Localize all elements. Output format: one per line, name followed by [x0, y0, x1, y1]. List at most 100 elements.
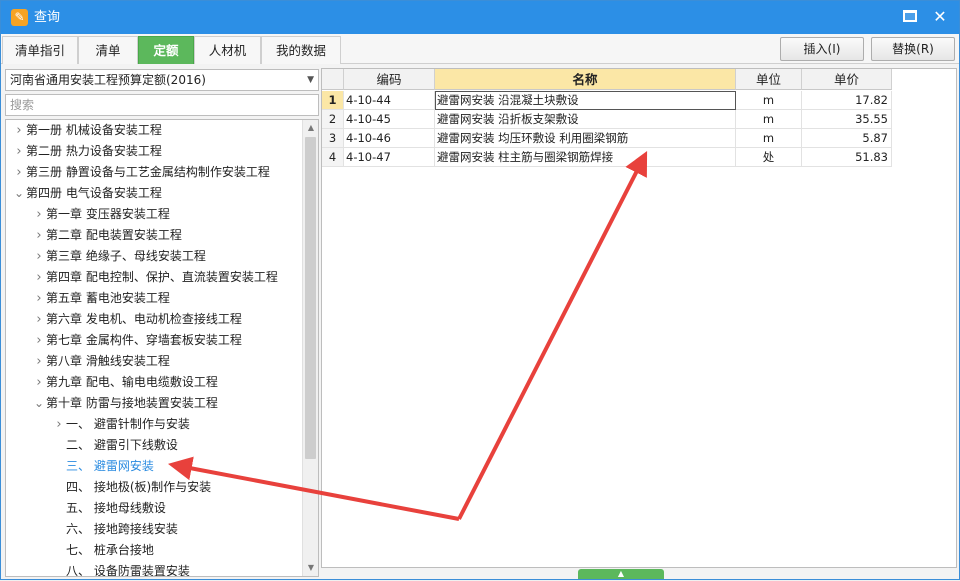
tree-item[interactable]: › 第九章 配电、输电电缆敷设工程: [32, 372, 217, 393]
tree-item[interactable]: › 第一册 机械设备安装工程: [12, 120, 161, 141]
insert-button[interactable]: 插入(I): [780, 37, 864, 61]
row-unit-cell[interactable]: m: [736, 129, 802, 148]
tab-my-data[interactable]: 我的数据: [261, 36, 341, 64]
query-dialog: ✎ 查询 ✕ 清单指引 清单 定额 人材机 我的数据 插入(I) 替换(R) 河…: [0, 0, 960, 580]
tree-item-label: 第三册 静置设备与工艺金属结构制作安装工程: [26, 165, 270, 179]
tree-item[interactable]: 六、 接地跨接线安装: [52, 519, 178, 540]
chevron-right-icon[interactable]: ›: [32, 309, 46, 330]
tree-item[interactable]: › 一、 避雷针制作与安装: [52, 414, 190, 435]
row-idx-cell[interactable]: 3: [322, 129, 344, 148]
row-idx-cell[interactable]: 4: [322, 148, 344, 167]
scroll-thumb[interactable]: [305, 137, 316, 459]
tree-item[interactable]: 三、 避雷网安装: [52, 456, 154, 477]
header-name[interactable]: 名称: [435, 69, 736, 90]
chevron-right-icon[interactable]: ›: [32, 225, 46, 246]
tree-item[interactable]: › 第三章 绝缘子、母线安装工程: [32, 246, 205, 267]
scroll-down-icon[interactable]: ▼: [303, 560, 318, 576]
tree-item-label: 一、 避雷针制作与安装: [66, 417, 190, 431]
chevron-down-icon[interactable]: ⌄: [32, 393, 46, 414]
row-code-cell[interactable]: 4-10-46: [344, 129, 435, 148]
tab-bill[interactable]: 清单: [78, 36, 138, 64]
tree-item[interactable]: › 第二章 配电装置安装工程: [32, 225, 181, 246]
row-price-cell[interactable]: 35.55: [802, 110, 892, 129]
row-unit-cell[interactable]: m: [736, 110, 802, 129]
tree-item[interactable]: › 第四章 配电控制、保护、直流装置安装工程: [32, 267, 278, 288]
tree-item-label: 第七章 金属构件、穿墙套板安装工程: [46, 333, 242, 347]
tree-item[interactable]: ⌄ 第十章 防雷与接地装置安装工程: [32, 393, 218, 414]
tree-item-label: 第五章 蓄电池安装工程: [46, 291, 170, 305]
close-icon: ✕: [933, 7, 947, 26]
tree-item[interactable]: › 第五章 蓄电池安装工程: [32, 288, 170, 309]
tree-item-label: 六、 接地跨接线安装: [66, 522, 178, 536]
tree-item[interactable]: › 第二册 热力设备安装工程: [12, 141, 162, 162]
tree-item-label: 第一章 变压器安装工程: [46, 207, 170, 221]
tree-item-label: 第八章 滑触线安装工程: [46, 354, 170, 368]
row-price-cell[interactable]: 51.83: [802, 148, 892, 167]
chevron-right-icon[interactable]: ›: [32, 372, 46, 393]
row-name-cell[interactable]: 避雷网安装 沿折板支架敷设: [435, 110, 736, 129]
row-idx-cell[interactable]: 1: [322, 91, 344, 110]
chevron-down-icon[interactable]: ⌄: [12, 183, 26, 204]
header-price[interactable]: 单价: [802, 69, 892, 90]
row-code-cell[interactable]: 4-10-47: [344, 148, 435, 167]
tree-item[interactable]: › 第一章 变压器安装工程: [32, 204, 170, 225]
tree-item[interactable]: 二、 避雷引下线敷设: [52, 435, 178, 456]
chevron-right-icon[interactable]: ›: [32, 204, 46, 225]
quota-grid: 编码 名称 单位 单价 1 4-10-44 避雷网安装 沿混凝土块敷设 m 17.82 2…: [321, 68, 957, 568]
tree-item-label: 第四册 电气设备安装工程: [26, 186, 162, 200]
title-bar[interactable]: ✎ 查询 ✕: [1, 1, 959, 34]
tree-item-label: 七、 桩承台接地: [66, 543, 154, 557]
left-pane: 河南省通用安装工程预算定额(2016) ▼ 八、 设备防雷装置安装七、 桩承台接…: [5, 67, 319, 579]
chevron-right-icon[interactable]: ›: [12, 120, 26, 141]
row-unit-cell[interactable]: m: [736, 91, 802, 110]
row-code-cell[interactable]: 4-10-45: [344, 110, 435, 129]
tree-item[interactable]: › 第六章 发电机、电动机检查接线工程: [32, 309, 241, 330]
chevron-right-icon[interactable]: ›: [32, 267, 46, 288]
tree-item[interactable]: ⌄ 第四册 电气设备安装工程: [12, 183, 162, 204]
tree-item[interactable]: › 第七章 金属构件、穿墙套板安装工程: [32, 330, 242, 351]
maximize-button[interactable]: [899, 6, 921, 28]
replace-button[interactable]: 替换(R): [871, 37, 955, 61]
tree-item-label: 三、 避雷网安装: [66, 459, 154, 473]
quota-library-select[interactable]: 河南省通用安装工程预算定额(2016) ▼: [5, 69, 319, 91]
tree-item-label: 八、 设备防雷装置安装: [66, 564, 190, 577]
chevron-up-icon: ▲: [617, 569, 625, 578]
tree-item[interactable]: 五、 接地母线敷设: [52, 498, 166, 519]
tab-quota[interactable]: 定额: [138, 36, 194, 64]
row-idx-cell[interactable]: 2: [322, 110, 344, 129]
row-code-cell[interactable]: 4-10-44: [344, 91, 435, 110]
tab-bill-guide[interactable]: 清单指引: [2, 36, 78, 64]
search-input[interactable]: [5, 94, 319, 116]
chevron-right-icon[interactable]: ›: [32, 288, 46, 309]
chevron-right-icon[interactable]: ›: [12, 141, 26, 162]
scroll-up-icon[interactable]: ▲: [303, 120, 318, 136]
tree-item[interactable]: 八、 设备防雷装置安装: [52, 561, 190, 577]
tree-item[interactable]: › 第八章 滑触线安装工程: [32, 351, 170, 372]
row-name-cell[interactable]: 避雷网安装 沿混凝土块敷设: [435, 91, 736, 110]
row-unit-cell[interactable]: 处: [736, 148, 802, 167]
tree-item-label: 四、 接地极(板)制作与安装: [66, 480, 212, 494]
row-name-cell[interactable]: 避雷网安装 柱主筋与圈梁钢筋焊接: [435, 148, 736, 167]
close-button[interactable]: ✕: [929, 6, 951, 28]
collapse-panel-handle[interactable]: ▲: [578, 569, 664, 579]
tree-scrollbar[interactable]: ▲ ▼: [302, 120, 318, 576]
tree-item-label: 第二册 热力设备安装工程: [26, 144, 162, 158]
tree-item-label: 第十章 防雷与接地装置安装工程: [46, 396, 218, 410]
chevron-right-icon[interactable]: ›: [32, 351, 46, 372]
row-price-cell[interactable]: 5.87: [802, 129, 892, 148]
chevron-right-icon[interactable]: ›: [12, 162, 26, 183]
header-code[interactable]: 编码: [344, 69, 435, 90]
window-title: 查询: [34, 10, 61, 25]
chevron-down-icon: ▼: [307, 75, 314, 85]
tree-item-label: 第四章 配电控制、保护、直流装置安装工程: [46, 270, 278, 284]
row-name-cell[interactable]: 避雷网安装 均压环敷设 利用圈梁钢筋: [435, 129, 736, 148]
tree-item[interactable]: 七、 桩承台接地: [52, 540, 154, 561]
tree-item[interactable]: 四、 接地极(板)制作与安装: [52, 477, 211, 498]
row-price-cell[interactable]: 17.82: [802, 91, 892, 110]
chevron-right-icon[interactable]: ›: [32, 246, 46, 267]
header-unit[interactable]: 单位: [736, 69, 802, 90]
chevron-right-icon[interactable]: ›: [32, 330, 46, 351]
chevron-right-icon[interactable]: ›: [52, 414, 66, 435]
tree-item[interactable]: › 第三册 静置设备与工艺金属结构制作安装工程: [12, 162, 270, 183]
tab-labor-material-machine[interactable]: 人材机: [194, 36, 261, 64]
